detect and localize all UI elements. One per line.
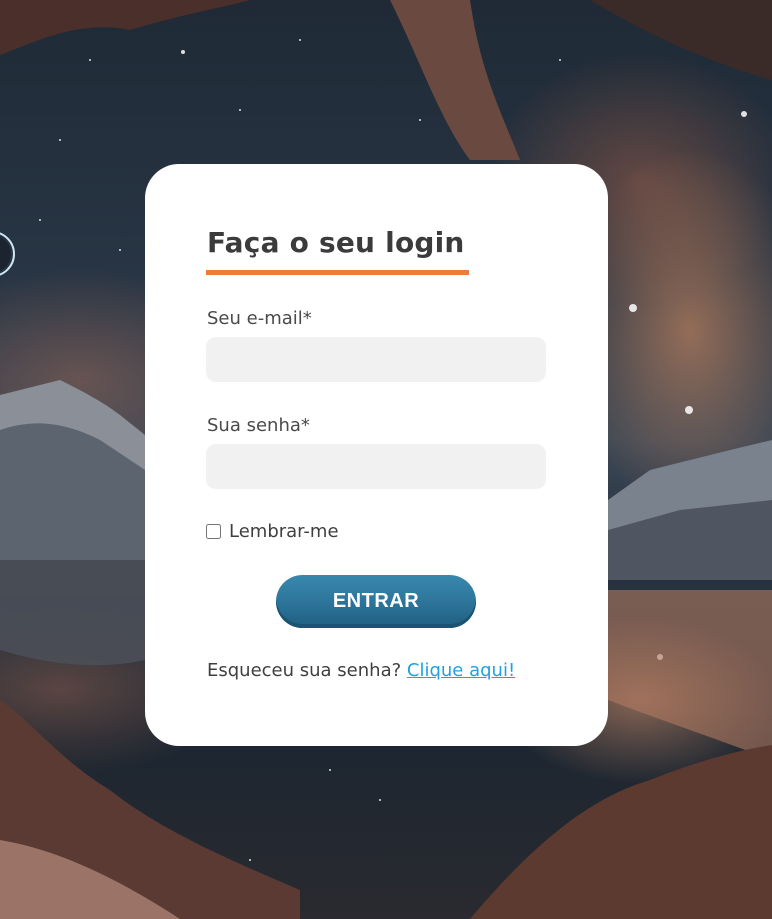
password-input[interactable] xyxy=(206,444,546,489)
remember-me-label: Lembrar-me xyxy=(229,521,339,542)
forgot-password-text: Esqueceu sua senha? xyxy=(207,660,402,681)
login-page: Faça o seu login Seu e-mail* Sua senha* … xyxy=(0,0,772,919)
password-label: Sua senha* xyxy=(207,415,310,436)
login-submit-button[interactable]: ENTRAR xyxy=(276,575,476,628)
title-underline xyxy=(206,270,469,275)
remember-me-checkbox[interactable] xyxy=(206,524,221,539)
login-card: Faça o seu login Seu e-mail* Sua senha* … xyxy=(145,164,608,746)
remember-me-row: Lembrar-me xyxy=(206,521,339,542)
email-input[interactable] xyxy=(206,337,546,382)
forgot-password-row: Esqueceu sua senha? Clique aqui! xyxy=(207,660,515,681)
email-label: Seu e-mail* xyxy=(207,308,312,329)
forgot-password-link[interactable]: Clique aqui! xyxy=(407,660,515,681)
login-title: Faça o seu login xyxy=(207,226,465,259)
